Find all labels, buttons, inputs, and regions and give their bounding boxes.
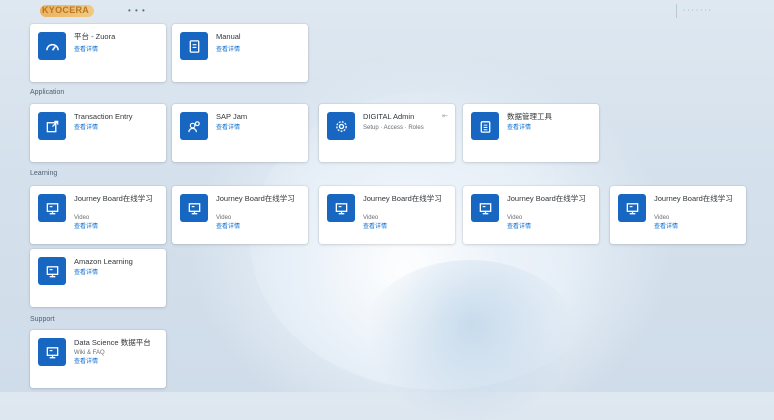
settings-icon — [327, 112, 355, 140]
tile-link[interactable]: 查看详情 — [363, 223, 387, 231]
group-title-support: Support — [30, 316, 55, 323]
tile-learning-1[interactable]: Journey Board在线学习 Video 查看详情 — [30, 186, 166, 244]
tile-link[interactable]: 查看详情 — [216, 124, 240, 132]
launch-icon — [38, 112, 66, 140]
tile-link[interactable]: 查看详情 — [507, 124, 531, 132]
tile-subtitle: Video — [654, 215, 670, 221]
tile-link[interactable]: 查看详情 — [216, 223, 240, 231]
tile-subtitle: Wiki & FAQ — [74, 350, 105, 356]
course-icon — [180, 194, 208, 222]
dashboard-icon — [38, 32, 66, 60]
course-icon — [38, 194, 66, 222]
course-icon — [618, 194, 646, 222]
tile-learning-4[interactable]: Journey Board在线学习 Video 查看详情 — [463, 186, 599, 244]
course-icon — [38, 338, 66, 366]
tile-link[interactable]: 查看详情 — [74, 358, 98, 366]
tile-transaction-entry[interactable]: Transaction Entry 查看详情 — [30, 104, 166, 162]
tile-learning-6[interactable]: Amazon Learning 查看详情 — [30, 249, 166, 307]
tile-title: 数据管理工具 — [507, 112, 552, 121]
tile-link[interactable]: 查看详情 — [74, 46, 98, 54]
tile-title: Journey Board在线学习 — [216, 194, 295, 203]
tile-title: Journey Board在线学习 — [74, 194, 153, 203]
tile-subtitle: Video — [363, 215, 379, 221]
tile-learning-2[interactable]: Journey Board在线学习 Video 查看详情 — [172, 186, 308, 244]
tile-subtitle: Video — [74, 215, 90, 221]
tile-sap-jam[interactable]: SAP Jam 查看详情 — [172, 104, 308, 162]
tile-zuora[interactable]: 平台 - Zuora 查看详情 — [30, 24, 166, 82]
tile-data-tool[interactable]: 数据管理工具 查看详情 — [463, 104, 599, 162]
user-area[interactable]: · · · · · · · — [676, 4, 766, 18]
tile-subtitle: Setup · Access · Roles — [363, 125, 424, 131]
course-icon — [327, 194, 355, 222]
tile-manual[interactable]: Manual 查看详情 — [172, 24, 308, 82]
tile-link[interactable]: 查看详情 — [74, 124, 98, 132]
tile-title: DIGITAL Admin — [363, 112, 415, 121]
tile-learning-3[interactable]: Journey Board在线学习 Video 查看详情 — [319, 186, 455, 244]
document-icon — [180, 32, 208, 60]
tile-title: Journey Board在线学习 — [507, 194, 586, 203]
tile-title: 平台 - Zuora — [74, 32, 116, 41]
people-icon — [180, 112, 208, 140]
tile-link[interactable]: 查看详情 — [74, 223, 98, 231]
tile-learning-5[interactable]: Journey Board在线学习 Video 查看详情 — [610, 186, 746, 244]
tile-link[interactable]: 查看详情 — [654, 223, 678, 231]
course-icon — [471, 194, 499, 222]
tile-title: Manual — [216, 32, 241, 41]
pin-icon[interactable]: ⇤ — [442, 112, 448, 120]
course-icon — [38, 257, 66, 285]
tile-title: SAP Jam — [216, 112, 248, 121]
tile-subtitle: Video — [216, 215, 232, 221]
tile-subtitle: Video — [507, 215, 523, 221]
tile-title: Journey Board在线学习 — [654, 194, 733, 203]
shell-bar: KYOCERA • • • · · · · · · · — [0, 0, 774, 22]
group-title-application: Application — [30, 89, 65, 96]
logo-text: KYOCERA — [42, 5, 90, 15]
tile-link[interactable]: 查看详情 — [74, 269, 98, 277]
tile-data-science[interactable]: Data Science 数据平台 Wiki & FAQ 查看详情 — [30, 330, 166, 388]
tile-title: Amazon Learning — [74, 257, 133, 266]
tile-title: Journey Board在线学习 — [363, 194, 442, 203]
group-title-learning: Learning — [30, 170, 58, 177]
home-menu[interactable]: • • • — [128, 6, 146, 15]
tile-link[interactable]: 查看详情 — [216, 46, 240, 54]
tile-digital-admin[interactable]: DIGITAL Admin Setup · Access · Roles ⇤ — [319, 104, 455, 162]
clipboard-icon — [471, 112, 499, 140]
tile-title: Transaction Entry — [74, 112, 133, 121]
tile-title: Data Science 数据平台 — [74, 338, 151, 347]
background-swirl-shadow — [360, 260, 580, 420]
tile-link[interactable]: 查看详情 — [507, 223, 531, 231]
